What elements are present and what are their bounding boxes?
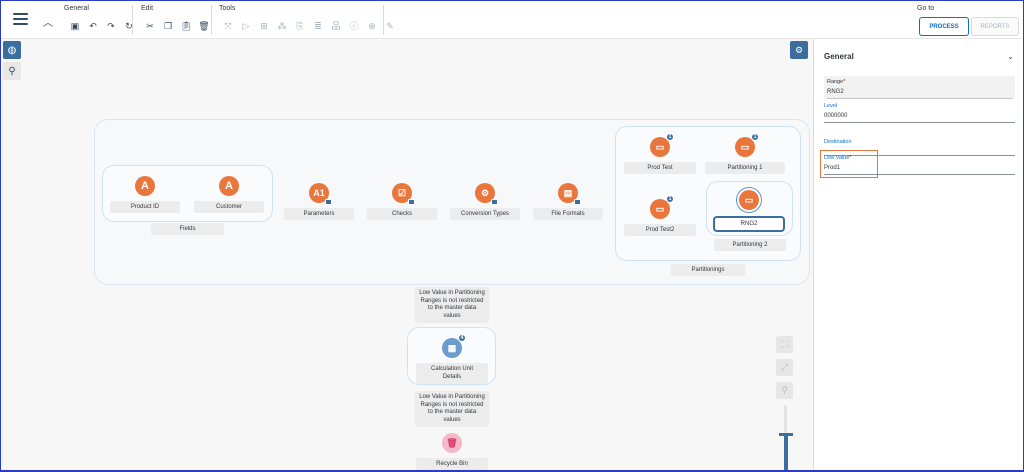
node-prod-test2[interactable]: ▭ 1 Prod Test2 xyxy=(624,195,696,236)
node-checks[interactable]: ☑ Checks xyxy=(367,183,437,220)
layers-icon[interactable]: ≣ xyxy=(311,19,325,33)
low-value-highlight xyxy=(820,150,878,178)
refresh-icon[interactable]: ↻ xyxy=(122,19,136,33)
save-icon[interactable]: ▣ xyxy=(68,19,82,33)
zoom-slider-fill xyxy=(784,433,788,470)
undo-icon[interactable]: ↶ xyxy=(86,19,100,33)
note-text: Low Value in Partitioning Ranges is not … xyxy=(415,391,489,427)
attribute-icon: A xyxy=(135,176,155,196)
node-label: Partitioning 1 xyxy=(705,162,785,174)
reports-button[interactable]: REPORTS xyxy=(971,17,1019,36)
field-label: Destination xyxy=(824,139,852,145)
node-recycle-bin[interactable]: 🗑︎ Recycle Bin xyxy=(416,433,488,470)
attribute-icon: A xyxy=(219,176,239,196)
trash-icon: 🗑︎ xyxy=(442,433,462,453)
redo-icon[interactable]: ↷ xyxy=(104,19,118,33)
field-label: Level xyxy=(824,103,838,109)
fit-to-screen-icon[interactable]: ⛶ xyxy=(776,336,793,353)
collapse-toolbar-icon[interactable]: ︿ xyxy=(43,14,53,29)
level-field[interactable]: Level 0000000 xyxy=(824,103,1015,123)
node-label: File Formats xyxy=(533,208,603,220)
panel-title: General xyxy=(824,52,854,61)
node-label: Conversion Types xyxy=(450,208,520,220)
run-icon[interactable]: ▷ xyxy=(239,19,253,33)
paste-icon[interactable]: 📋︎ xyxy=(179,19,193,33)
properties-toggle-icon[interactable]: ⚙ xyxy=(790,41,808,59)
partitioning-2-label: Partitioning 2 xyxy=(714,239,786,251)
hierarchy-icon[interactable]: 品 xyxy=(329,19,343,33)
node-label: Checks xyxy=(367,208,437,220)
calculation-icon: ▦ 4 xyxy=(442,334,466,358)
toolbar-group-label: General xyxy=(64,5,89,12)
export-icon[interactable]: ⎘ xyxy=(293,19,307,33)
auto-layout-icon[interactable]: ⤧ xyxy=(221,19,235,33)
zoom-out-icon[interactable]: ⚲ xyxy=(776,382,793,399)
partitionings-group-label: Partitionings xyxy=(671,264,745,276)
toolbar-divider xyxy=(132,5,133,35)
node-parameters[interactable]: A1 Parameters xyxy=(284,183,354,220)
note-text: Low Value in Partitioning Ranges is not … xyxy=(415,287,489,323)
toolbar-divider xyxy=(383,5,384,35)
zoom-slider-handle[interactable] xyxy=(779,433,793,436)
node-conversion-types[interactable]: ⚙ Conversion Types xyxy=(450,183,520,220)
field-label: Range* xyxy=(827,79,846,85)
cut-icon[interactable]: ✂ xyxy=(143,19,157,33)
node-prod-test[interactable]: ▭ 1 Prod Test xyxy=(624,133,696,174)
toolbar-divider xyxy=(211,5,212,35)
node-label: Prod Test xyxy=(624,162,696,174)
delete-icon[interactable]: 🗑︎ xyxy=(197,19,211,33)
partition-icon: ▭ 1 xyxy=(650,133,674,157)
copy-icon[interactable]: ❐ xyxy=(161,19,175,33)
node-label: RNG2 xyxy=(713,216,785,232)
parameters-icon: A1 xyxy=(309,183,332,205)
search-icon[interactable]: ⚲ xyxy=(3,62,21,80)
partition-icon: ▭ 1 xyxy=(650,195,674,219)
conversion-icon: ⚙ xyxy=(475,183,498,205)
top-toolbar: ︿ General ▣ ↶ ↷ ↻ Edit ✂ ❐ 📋︎ 🗑︎ Tools ⤧… xyxy=(1,1,1022,39)
search-node-icon[interactable]: ⊕ xyxy=(365,19,379,33)
toolbar-group-label: Edit xyxy=(141,5,154,12)
node-label: Calculation Unit Details xyxy=(416,363,488,384)
node-customer[interactable]: A Customer xyxy=(194,176,264,213)
partition-icon: ▭ 1 xyxy=(735,133,759,157)
node-file-formats[interactable]: ▤ File Formats xyxy=(533,183,603,220)
nodes-icon[interactable]: ⁂ xyxy=(275,19,289,33)
toolbar-group-label: Tools xyxy=(219,5,236,12)
zoom-in-icon[interactable]: ⤢ xyxy=(776,359,793,376)
chevron-down-icon[interactable]: ⌄ xyxy=(1007,52,1014,61)
properties-panel: General ⌄ Range* RNG2 Level 0000000 Dest… xyxy=(813,39,1022,470)
range-value: RNG2 xyxy=(827,87,1012,99)
goto-label: Go to xyxy=(917,5,935,12)
node-label: Prod Test2 xyxy=(624,224,696,236)
node-label: Product ID xyxy=(110,201,180,213)
node-product-id[interactable]: A Product ID xyxy=(110,176,180,213)
fields-group-label: Fields xyxy=(151,223,224,235)
level-input[interactable]: 0000000 xyxy=(824,111,1015,123)
process-button[interactable]: PROCESS xyxy=(919,17,969,36)
range-icon: ▭ xyxy=(739,190,759,210)
node-calculation-unit[interactable]: ▦ 4 Calculation Unit Details xyxy=(416,334,488,384)
node-label: Recycle Bin xyxy=(416,458,488,470)
node-rng2[interactable]: ▭ RNG2 xyxy=(713,190,785,232)
info-icon[interactable]: ⓘ xyxy=(347,19,361,33)
file-icon: ▤ xyxy=(558,183,581,205)
draw-icon[interactable]: ✎ xyxy=(383,19,397,33)
grid-icon[interactable]: ⊞ xyxy=(257,19,271,33)
range-field: Range* RNG2 xyxy=(824,76,1015,99)
menu-icon[interactable] xyxy=(13,13,28,25)
node-label: Parameters xyxy=(284,208,354,220)
checks-icon: ☑ xyxy=(392,183,415,205)
node-label: Customer xyxy=(194,201,264,213)
palette-icon[interactable]: ◍ xyxy=(3,41,21,59)
node-partitioning-1[interactable]: ▭ 1 Partitioning 1 xyxy=(705,133,785,174)
